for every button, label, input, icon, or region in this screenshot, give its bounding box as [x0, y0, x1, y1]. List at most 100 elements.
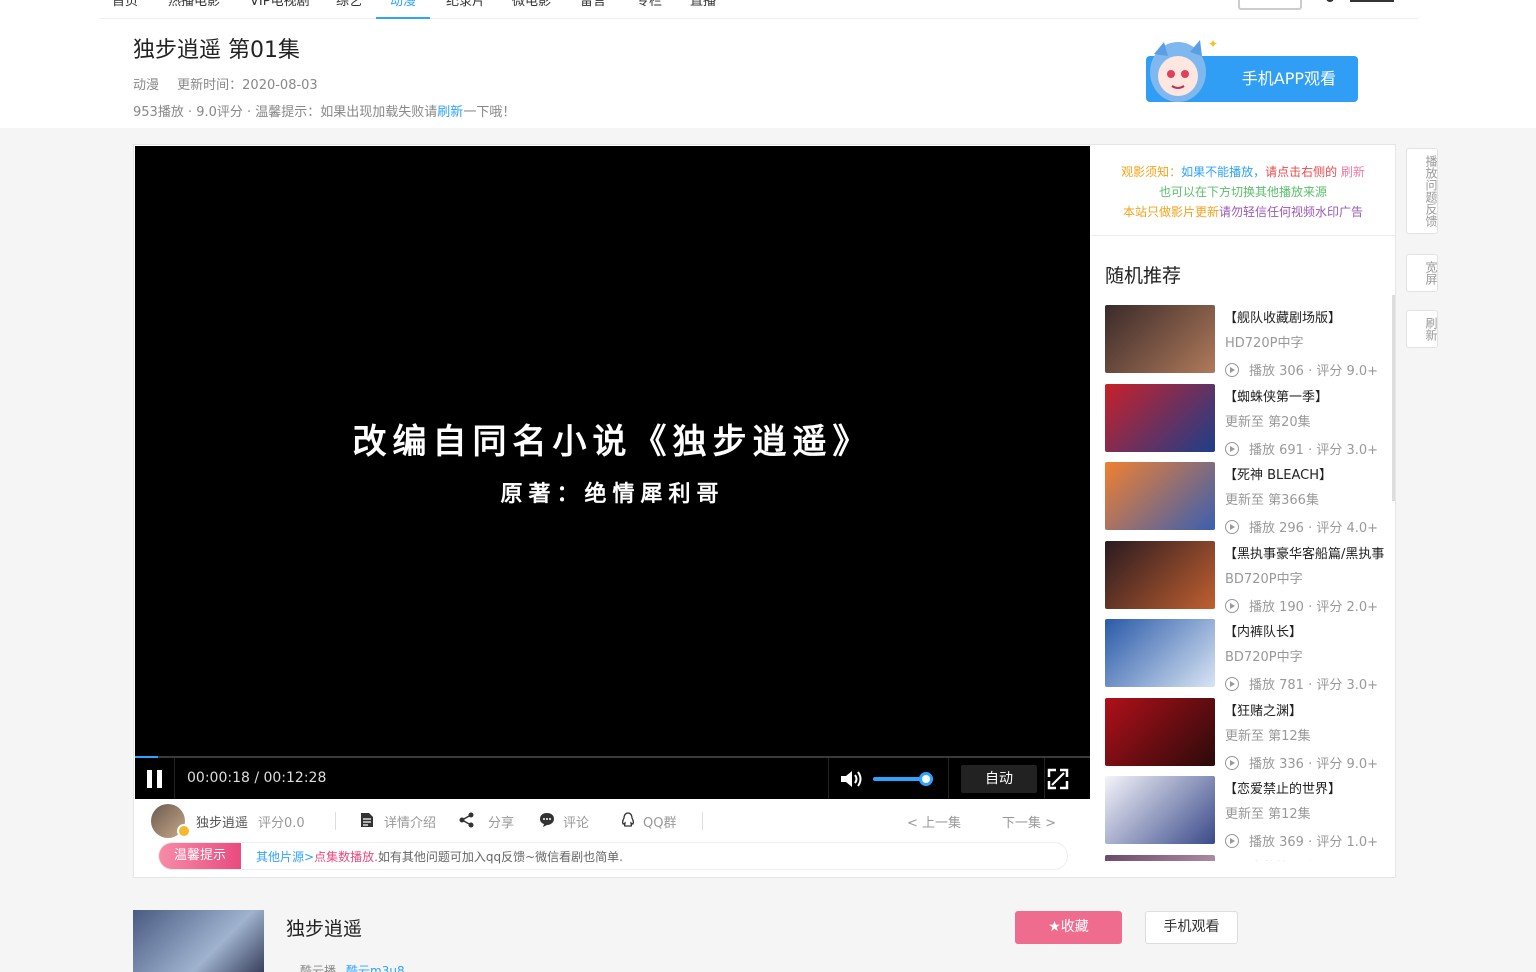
volume-icon[interactable]: [840, 770, 862, 788]
top-header: 首页 热播电影 VIP电视剧 综艺 动漫 纪录片 微电影 留言 专栏 直播 独步逍遥 第01集 动…: [0, 0, 1536, 128]
detail-poster[interactable]: [133, 910, 264, 972]
recommend-name[interactable]: 【其它的第二季】: [1224, 857, 1393, 862]
play-count-icon: [1225, 755, 1239, 770]
video-caption-author: 原著：绝情犀利哥: [500, 481, 725, 507]
recommend-item[interactable]: 【舰队收藏剧场版】 HD720P中字播放 306 · 评分 9.0+: [1105, 305, 1393, 383]
recommend-subtitle: HD720P中字: [1225, 336, 1304, 351]
recommend-thumbnail[interactable]: [1105, 854, 1215, 861]
comment-link[interactable]: 评论: [563, 812, 589, 831]
recommend-item[interactable]: 【黑执事豪华客船篇/黑执事 BD720P中字 播放 190 · 评分 2.0+: [1105, 540, 1393, 619]
stats-line: 953播放 · 9.0评分 · 温馨提示：如果出现加载失败请刷新一下哦！: [133, 105, 516, 120]
main-nav: 首页 热播电影 VIP电视剧 综艺 动漫 纪录片 微电影 留言 专栏 直播: [100, 0, 1418, 19]
video-caption-title: 改编自同名小说《独步逍遥》: [352, 422, 873, 462]
user-icon[interactable]: [1326, 0, 1396, 4]
nav-item[interactable]: VIP电视剧: [250, 0, 310, 19]
next-episode-link[interactable]: 下一集 >: [1002, 812, 1056, 831]
favorite-button[interactable]: ★收藏: [1015, 911, 1122, 944]
recommend-name[interactable]: 【狂赌之渊】: [1224, 700, 1393, 719]
recommend-stats: 播放 336 · 评分 9.0+: [1225, 753, 1378, 772]
scrollbar[interactable]: [1392, 295, 1395, 501]
recommend-name[interactable]: 【黑执事豪华客船篇/黑执事: [1224, 543, 1393, 562]
recommend-thumbnail[interactable]: [1105, 305, 1215, 373]
prev-episode-link[interactable]: < 上一集: [907, 812, 961, 831]
recommend-subtitle: 更新至 第12集: [1225, 728, 1311, 744]
recommend-stats: 播放 369 · 评分 1.0+: [1225, 831, 1378, 850]
recommend-name[interactable]: 【内裤队长】: [1224, 621, 1393, 640]
recommend-name[interactable]: 【蜘蛛侠第一季】: [1224, 386, 1393, 405]
play-count-icon: [1225, 363, 1239, 377]
divider: [702, 812, 703, 830]
volume-control[interactable]: [828, 758, 948, 799]
recommend-thumbnail[interactable]: [1105, 697, 1215, 766]
update-time: 更新时间：2020-08-03: [177, 78, 318, 93]
nav-item[interactable]: 直播: [690, 0, 716, 19]
recommend-item[interactable]: 【死神 BLEACH】 更新至 第366集 播放 296 · 评分 4.0+: [1105, 462, 1393, 540]
widescreen-button[interactable]: 宽屏: [1406, 254, 1438, 292]
nav-item[interactable]: 综艺: [336, 0, 362, 19]
qq-group-link[interactable]: QQ群: [643, 812, 676, 831]
play-count-icon: [1225, 598, 1239, 613]
nav-item[interactable]: 留言: [580, 0, 606, 19]
recommend-thumbnail[interactable]: [1105, 383, 1215, 452]
recommend-subtitle: 更新至 第366集: [1225, 493, 1319, 508]
recommend-thumbnail[interactable]: [1105, 619, 1215, 687]
divider: [335, 812, 336, 830]
recommend-list: 【舰队收藏剧场版】 HD720P中字播放 306 · 评分 9.0+ 【蜘蛛侠第一季…: [1105, 305, 1393, 861]
recommend-thumbnail[interactable]: [1105, 776, 1215, 844]
category-link[interactable]: 动漫: [133, 78, 159, 93]
nav-item[interactable]: 微电影: [512, 0, 551, 19]
recommend-item[interactable]: 【内裤队长】 BD720P中字播放 781 · 评分 3.0+: [1105, 619, 1393, 697]
search-box[interactable]: [1238, 0, 1302, 10]
meta-info: 动漫 更新时间：2020-08-03: [133, 74, 318, 93]
qq-icon: [621, 812, 635, 827]
source-link[interactable]: 酷云m3u8: [346, 964, 405, 972]
vip-badge-icon: [177, 824, 191, 838]
recommend-item[interactable]: 【蜘蛛侠第一季】 更新至 第20集 播放 691 · 评分 3.0+: [1105, 383, 1393, 462]
recommend-subtitle: BD720P中字: [1225, 571, 1303, 587]
pause-button[interactable]: [135, 758, 175, 799]
fullscreen-icon[interactable]: [1047, 768, 1069, 790]
time-display: 00:00:18 / 00:12:28: [187, 770, 327, 786]
recommend-item[interactable]: 【狂赌之渊】 更新至 第12集播放 336 · 评分 9.0+: [1105, 697, 1393, 776]
refresh-button[interactable]: 刷新: [1406, 310, 1438, 348]
share-icon: [459, 812, 474, 828]
nav-item[interactable]: 专栏: [636, 0, 662, 19]
recommend-item[interactable]: 【恋爱禁止的世界】 更新至 第12集 播放 369 · 评分 1.0+: [1105, 776, 1393, 854]
volume-knob[interactable]: [919, 772, 933, 786]
page-title: 独步逍遥 第01集: [133, 38, 300, 63]
mascot-icon: ✦: [1150, 37, 1218, 102]
viewing-notice: 观影须知：如果不能播放，请点击右侧的 刷新 也可以在下方切换其他播放来源 本站只…: [1091, 146, 1395, 236]
nav-item[interactable]: 纪录片: [446, 0, 485, 19]
document-icon: [361, 813, 373, 827]
tip-badge: 温馨提示: [159, 843, 241, 869]
nav-item[interactable]: 热播电影: [168, 0, 220, 19]
recommend-subtitle: BD720P中字: [1225, 650, 1303, 665]
share-link[interactable]: 分享: [488, 812, 514, 831]
score-text: 评分0.0: [258, 816, 305, 831]
feedback-button[interactable]: 播放问题反馈: [1406, 148, 1438, 234]
detail-link[interactable]: 详情介绍: [384, 812, 436, 831]
recommend-name[interactable]: 【恋爱禁止的世界】: [1224, 778, 1393, 797]
recommend-name[interactable]: 【死神 BLEACH】: [1224, 464, 1393, 483]
play-count-icon: [1225, 520, 1239, 534]
tip-text: 其他片源>点集数播放.如有其他问题可加入qq反馈~微信看剧也简单.: [256, 850, 623, 864]
video-info-bar: 独步逍遥 评分0.0 详情介绍 分享 评论 QQ群 < 上一集 下一集 >: [135, 800, 1090, 840]
nav-item[interactable]: 首页: [112, 0, 138, 19]
play-count-icon: [1225, 441, 1239, 456]
comment-icon: [540, 813, 554, 827]
video-name: 独步逍遥: [196, 816, 249, 831]
quality-selector[interactable]: 自动: [948, 758, 1045, 799]
recommend-stats: 播放 306 · 评分 9.0+: [1225, 360, 1378, 379]
player-panel: 改编自同名小说《独步逍遥》 原著：绝情犀利哥 00:00:18 / 00:12:…: [133, 144, 1396, 878]
refresh-link[interactable]: 刷新: [437, 105, 463, 120]
recommend-item[interactable]: 【其它的第二季】: [1105, 854, 1393, 862]
recommend-thumbnail[interactable]: [1105, 540, 1215, 609]
recommend-name[interactable]: 【舰队收藏剧场版】: [1224, 307, 1393, 326]
recommend-thumbnail[interactable]: [1105, 462, 1215, 530]
recommend-stats: 播放 781 · 评分 3.0+: [1225, 674, 1378, 693]
recommend-title: 随机推荐: [1105, 265, 1182, 287]
mobile-watch-button[interactable]: 手机观看: [1145, 911, 1238, 944]
source-line: 酷云播 酷云m3u8: [300, 962, 405, 972]
nav-item[interactable]: 动漫: [376, 0, 431, 19]
video-player[interactable]: 改编自同名小说《独步逍遥》 原著：绝情犀利哥 00:00:18 / 00:12:…: [135, 146, 1090, 799]
